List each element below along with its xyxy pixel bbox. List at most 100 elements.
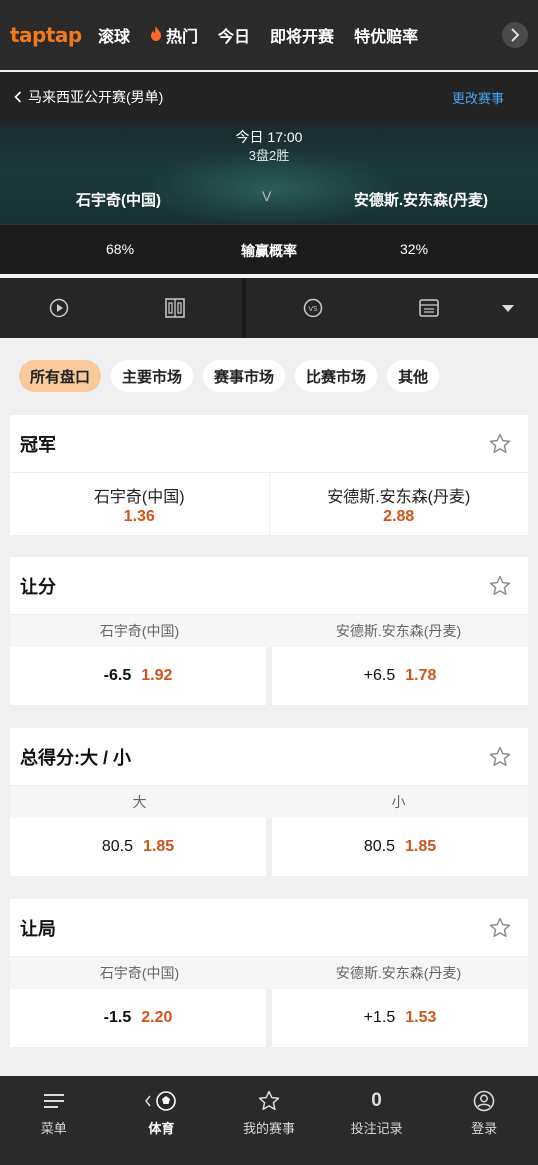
odds-value: 1.92 bbox=[141, 667, 173, 684]
bet-option-left[interactable]: -1.5 2.20 bbox=[10, 989, 266, 1047]
bottom-tab-login[interactable]: 登录 bbox=[430, 1076, 538, 1165]
caret-down-icon[interactable] bbox=[497, 297, 519, 319]
match-header: 今日 17:00 3盘2胜 石宇奇(中国) V 安德斯.安东森(丹麦) bbox=[0, 122, 538, 224]
tab-boosted-odds[interactable]: 特优赔率 bbox=[344, 23, 428, 47]
filter-other[interactable]: 其他 bbox=[387, 360, 440, 392]
app-logo[interactable]: taptap bbox=[0, 23, 88, 47]
bottom-tab-label: 登录 bbox=[471, 1121, 498, 1136]
star-icon[interactable] bbox=[488, 745, 512, 769]
match-tools-bar: VS bbox=[0, 278, 538, 338]
back-button[interactable]: 马来西亚公开赛(男单) bbox=[14, 87, 163, 107]
chevron-right-icon bbox=[511, 28, 520, 42]
handicap-line: +1.5 bbox=[363, 1009, 396, 1026]
filter-event-markets[interactable]: 赛事市场 bbox=[203, 360, 286, 392]
tab-hot[interactable]: 热门 bbox=[140, 23, 208, 47]
bet-row: 80.5 1.85 80.5 1.85 bbox=[10, 818, 528, 876]
win-probability-label: 输赢概率 bbox=[241, 243, 297, 259]
bet-row: -1.5 2.20 +1.5 1.53 bbox=[10, 989, 528, 1047]
star-icon bbox=[257, 1088, 281, 1114]
bet-row: -6.5 1.92 +6.5 1.78 bbox=[10, 647, 528, 705]
breadcrumb: 马来西亚公开赛(男单) 更改赛事 bbox=[0, 72, 538, 122]
bottom-tab-bet-records[interactable]: 0 投注记录 bbox=[323, 1076, 431, 1165]
vs-icon[interactable]: VS bbox=[302, 297, 324, 319]
odds-value: 2.20 bbox=[141, 1009, 173, 1026]
handicap-line: -1.5 bbox=[103, 1009, 132, 1026]
market-title: 让局 bbox=[20, 918, 56, 939]
market-card-winner: 冠军 石宇奇(中国) 1.36 安德斯.安东森(丹麦) 2.88 bbox=[10, 415, 528, 535]
market-subheader: 大 小 bbox=[10, 786, 528, 818]
stats-icon[interactable] bbox=[418, 297, 440, 319]
player-1-name: 石宇奇(中国) bbox=[76, 192, 161, 209]
bottom-tab-bar: 菜单 体育 我的赛事 0 投注记录 登录 bbox=[0, 1076, 538, 1165]
column-head-left: 石宇奇(中国) bbox=[99, 965, 180, 981]
star-icon[interactable] bbox=[488, 916, 512, 940]
odds-value: 2.88 bbox=[383, 507, 415, 525]
selection-name: 安德斯.安东森(丹麦) bbox=[327, 488, 471, 506]
tab-label: 热门 bbox=[166, 29, 199, 46]
match-format: 3盘2胜 bbox=[248, 148, 290, 163]
star-icon[interactable] bbox=[488, 432, 512, 456]
match-tools-left bbox=[0, 278, 242, 338]
market-title: 让分 bbox=[20, 576, 56, 597]
win-probability: 68% 输赢概率 32% bbox=[0, 224, 538, 274]
bottom-tab-label: 菜单 bbox=[40, 1121, 67, 1136]
versus-label: V bbox=[262, 188, 272, 204]
match-tools-right: VS bbox=[246, 278, 538, 338]
filter-main-markets[interactable]: 主要市场 bbox=[111, 360, 194, 392]
column-head-right: 安德斯.安东森(丹麦) bbox=[335, 623, 462, 639]
outright-row: 石宇奇(中国) 1.36 安德斯.安东森(丹麦) 2.88 bbox=[10, 473, 528, 535]
market-title: 总得分:大 / 小 bbox=[20, 747, 131, 768]
odds-value: 1.78 bbox=[405, 667, 437, 684]
filter-match-markets[interactable]: 比赛市场 bbox=[295, 360, 378, 392]
bet-option-left[interactable]: -6.5 1.92 bbox=[10, 647, 266, 705]
market-subheader: 石宇奇(中国) 安德斯.安东森(丹麦) bbox=[10, 615, 528, 647]
chevron-left-icon bbox=[14, 91, 22, 103]
selection-name: 石宇奇(中国) bbox=[93, 488, 185, 506]
handicap-line: +6.5 bbox=[363, 667, 396, 684]
bet-option-right[interactable]: +1.5 1.53 bbox=[272, 989, 528, 1047]
player-2-probability: 32% bbox=[400, 241, 429, 257]
bet-option-over[interactable]: 80.5 1.85 bbox=[10, 818, 266, 876]
column-head-over: 大 bbox=[132, 794, 147, 810]
svg-text:VS: VS bbox=[308, 305, 318, 313]
bottom-tab-label: 投注记录 bbox=[350, 1121, 403, 1136]
tab-label: 今日 bbox=[218, 29, 251, 46]
scoreboard-icon[interactable] bbox=[164, 297, 186, 319]
tournament-title: 马来西亚公开赛(男单) bbox=[28, 89, 164, 105]
tab-today[interactable]: 今日 bbox=[208, 23, 260, 47]
bottom-tab-sports[interactable]: 体育 bbox=[108, 1076, 216, 1165]
tab-label: 特优赔率 bbox=[354, 29, 419, 46]
bottom-tab-label: 体育 bbox=[148, 1121, 175, 1136]
tab-label: 即将开赛 bbox=[270, 29, 335, 46]
tab-label: 滚球 bbox=[98, 29, 131, 46]
user-icon bbox=[473, 1088, 495, 1114]
bottom-tab-label: 我的赛事 bbox=[242, 1121, 295, 1136]
column-head-right: 安德斯.安东森(丹麦) bbox=[335, 965, 462, 981]
fire-icon bbox=[150, 25, 162, 45]
filter-all-markets[interactable]: 所有盘口 bbox=[19, 360, 102, 392]
change-event-link[interactable]: 更改赛事 bbox=[452, 88, 524, 107]
bet-option-player-1[interactable]: 石宇奇(中国) 1.36 bbox=[10, 473, 269, 535]
bet-option-under[interactable]: 80.5 1.85 bbox=[272, 818, 528, 876]
tab-live[interactable]: 滚球 bbox=[88, 23, 140, 47]
market-card-game-handicap: 让局 石宇奇(中国) 安德斯.安东森(丹麦) -1.5 2.20 +1.5 1.… bbox=[10, 899, 528, 1047]
play-icon[interactable] bbox=[48, 297, 70, 319]
market-card-total-points: 总得分:大 / 小 大 小 80.5 1.85 80.5 1.85 bbox=[10, 728, 528, 876]
market-header: 冠军 bbox=[10, 415, 528, 473]
market-header: 总得分:大 / 小 bbox=[10, 728, 528, 786]
odds-value: 1.85 bbox=[405, 838, 437, 855]
total-line: 80.5 bbox=[101, 838, 133, 855]
bottom-tab-menu[interactable]: 菜单 bbox=[0, 1076, 108, 1165]
market-header: 让局 bbox=[10, 899, 528, 957]
bet-option-player-2[interactable]: 安德斯.安东森(丹麦) 2.88 bbox=[268, 473, 529, 535]
handicap-line: -6.5 bbox=[103, 667, 132, 684]
market-title: 冠军 bbox=[20, 434, 56, 455]
bet-option-right[interactable]: +6.5 1.78 bbox=[272, 647, 528, 705]
bottom-tab-my-events[interactable]: 我的赛事 bbox=[215, 1076, 323, 1165]
odds-value: 1.36 bbox=[123, 507, 155, 525]
soccer-ball-icon bbox=[144, 1088, 178, 1114]
nav-scroll-right-button[interactable] bbox=[502, 22, 528, 48]
tab-upcoming[interactable]: 即将开赛 bbox=[260, 23, 344, 47]
star-icon[interactable] bbox=[488, 574, 512, 598]
top-nav: taptap 滚球 热门 今日 即将开赛 特优赔率 bbox=[0, 0, 538, 70]
